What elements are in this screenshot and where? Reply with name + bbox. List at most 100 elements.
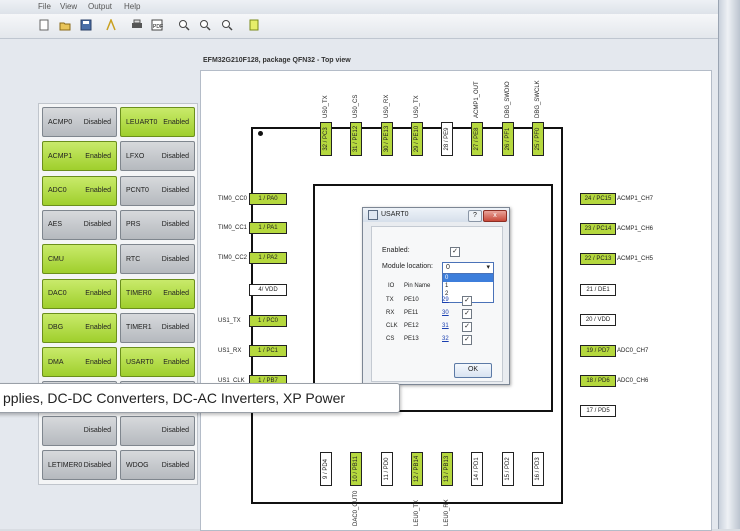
pin-top[interactable]: 28 / PE9 (441, 122, 453, 156)
module-button[interactable]: PCNT0 Disabled (120, 175, 195, 206)
module-button[interactable]: TIMER0 Enabled (120, 278, 195, 309)
pin-number-link[interactable]: 30 (442, 310, 449, 316)
pin-right[interactable]: 17 / PD5 (580, 405, 616, 417)
close-button[interactable]: x (483, 210, 507, 222)
enabled-checkbox[interactable]: ✓ (450, 247, 460, 257)
module-location-label: Module location: (382, 263, 433, 270)
pin-name-header: Pin Name (404, 283, 431, 289)
pin-enable-checkbox[interactable]: ✓ (462, 309, 472, 319)
pin-right[interactable]: 20 / VDD (580, 314, 616, 326)
module-button[interactable]: LEUART0 Enabled (120, 107, 195, 137)
pin-label: 13 / PB13 (444, 455, 450, 483)
module-status: Disabled (83, 427, 111, 435)
pin-number-link[interactable]: 29 (442, 297, 449, 303)
zoom-icon[interactable] (177, 18, 191, 32)
pin-number-link[interactable]: 32 (442, 336, 449, 342)
save-icon[interactable] (79, 18, 93, 32)
location-option[interactable]: 0 (443, 274, 493, 282)
module-button[interactable]: LFXO Disabled (120, 141, 195, 172)
pin-right[interactable]: 21 / DE1 (580, 284, 616, 296)
pin-top[interactable]: 26 / PF1 (502, 122, 514, 156)
pin-function-label: ACMP1_CH6 (617, 226, 654, 232)
new-icon[interactable] (37, 18, 51, 32)
module-button[interactable]: Disabled (120, 415, 195, 446)
pin-bottom[interactable]: 16 / PD3 (532, 452, 544, 486)
pin-label: 14 / PD1 (474, 457, 480, 481)
module-button[interactable]: DBG Enabled (42, 312, 117, 343)
module-name: DMA (48, 358, 64, 366)
pin-left[interactable]: 1 / PC1 (249, 345, 287, 357)
page-title: EFM32G210F128, package QFN32 - Top view (203, 57, 351, 64)
export-icon[interactable] (247, 18, 261, 32)
pin-left[interactable]: 1 / PA1 (249, 222, 287, 234)
module-button[interactable]: TIMER1 Disabled (120, 312, 195, 343)
pin-left[interactable]: 1 / PA2 (249, 252, 287, 264)
menu-file[interactable]: File (38, 2, 51, 11)
pin-bottom[interactable]: 9 / PD4 (320, 452, 332, 486)
chart-icon[interactable] (104, 17, 118, 32)
pin-right[interactable]: 19 / PD7 (580, 345, 616, 357)
pin-top[interactable]: 27 / PE8 (471, 122, 483, 156)
module-button[interactable]: AES Disabled (42, 209, 117, 240)
menu-view[interactable]: View (60, 2, 77, 11)
pin-top[interactable]: 25 / PF0 (532, 122, 544, 156)
module-name: DBG (48, 324, 64, 332)
pin-label: 25 / PF0 (535, 127, 541, 151)
pin-right[interactable]: 23 / PC14 (580, 223, 616, 235)
pin-left[interactable]: 4/ VDD (249, 284, 287, 296)
io-name: CLK (386, 323, 398, 329)
pin-right[interactable]: 24 / PC15 (580, 193, 616, 205)
pin-enable-checkbox[interactable]: ✓ (462, 335, 472, 345)
pin-top[interactable]: 29 / PE10 (411, 122, 423, 156)
zoom-in-icon[interactable] (198, 18, 212, 32)
menu-help[interactable]: Help (124, 2, 140, 11)
module-name: ACMP1 (48, 152, 73, 160)
module-button[interactable]: Disabled (42, 415, 117, 446)
pin-bottom[interactable]: 14 / PD1 (471, 452, 483, 486)
ok-button[interactable]: OK (454, 363, 492, 378)
pin-bottom[interactable]: 15 / PD2 (502, 452, 514, 486)
pin-left[interactable]: 1 / PC0 (249, 315, 287, 327)
module-button[interactable]: DAC0 Enabled (42, 278, 117, 309)
pin-bottom[interactable]: 12 / PB14 (411, 452, 423, 486)
zoom-out-icon[interactable] (220, 18, 234, 32)
pin-bottom[interactable]: 13 / PB13 (441, 452, 453, 486)
menu-output[interactable]: Output (88, 2, 112, 11)
pin-top[interactable]: 30 / PE13 (381, 122, 393, 156)
module-status: Disabled (161, 255, 189, 263)
print-icon[interactable] (130, 18, 144, 32)
module-button[interactable]: ADC0 Enabled (42, 175, 117, 206)
pin-right[interactable]: 22 / PC13 (580, 253, 616, 265)
pin-enable-checkbox[interactable]: ✓ (462, 296, 472, 306)
module-button[interactable]: DMA Enabled (42, 347, 117, 378)
pin-label: 28 / PE9 (444, 127, 450, 151)
module-button[interactable]: ACMP0 Disabled (42, 107, 117, 137)
pin-right[interactable]: 18 / PD6 (580, 375, 616, 387)
location-option[interactable]: 1 (443, 282, 493, 290)
module-button[interactable]: ACMP1 Enabled (42, 141, 117, 172)
pin-bottom[interactable]: 10 / PB11 (350, 452, 362, 486)
module-button[interactable]: LETIMER0 Disabled (42, 450, 117, 480)
module-button[interactable]: USART0 Enabled (120, 347, 195, 378)
dialog-title: USART0 (381, 211, 409, 218)
module-button[interactable]: RTC Disabled (120, 244, 195, 275)
pin-number-link[interactable]: 31 (442, 323, 449, 329)
module-status: Enabled (85, 324, 111, 332)
open-icon[interactable] (58, 18, 72, 32)
pin-function-label: ADC0_CH7 (617, 348, 649, 354)
pin-top[interactable]: 32 / PC3 (320, 122, 332, 156)
pin-enable-checkbox[interactable]: ✓ (462, 322, 472, 332)
pin-function-label: TIM0_CC0 (218, 196, 248, 202)
pin-bottom[interactable]: 11 / PD0 (381, 452, 393, 486)
help-button[interactable]: ? (468, 210, 482, 222)
module-button[interactable]: PRS Disabled (120, 209, 195, 240)
pin-function-label: US0_TX (323, 95, 329, 118)
io-name: TX (386, 297, 394, 303)
pin1-marker (258, 131, 263, 136)
module-name: USART0 (126, 358, 154, 366)
pdf-icon[interactable]: PDF (150, 18, 164, 32)
pin-top[interactable]: 31 / PE12 (350, 122, 362, 156)
module-button[interactable]: CMU (42, 244, 117, 275)
module-button[interactable]: WDOG Disabled (120, 450, 195, 480)
pin-left[interactable]: 1 / PA0 (249, 193, 287, 205)
